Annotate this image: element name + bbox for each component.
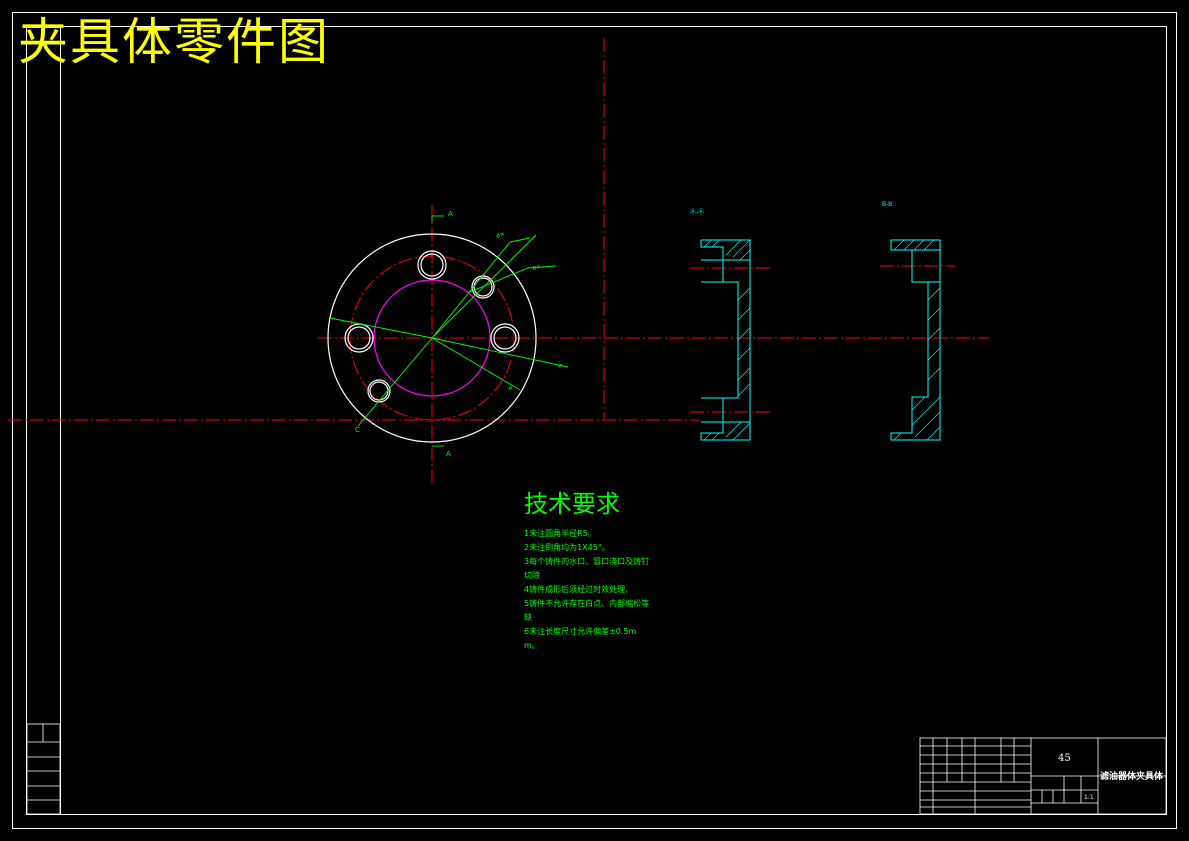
- dimension-text: ø× ø× ø ø: [495, 230, 563, 392]
- section-hatch-2: [893, 239, 941, 441]
- part-name-text: 滤油器体夹具体: [1100, 770, 1164, 782]
- section-marker-bottom: A: [446, 450, 451, 458]
- tech-requirements-list: 1未注圆角半径R5。 2未注倒角均为1X45°。 3每个铸件的水口、冒口浇口及铸…: [524, 527, 652, 653]
- svg-text:ø×: ø×: [495, 230, 506, 240]
- svg-text:ø: ø: [507, 384, 515, 392]
- section-marker-c: C: [355, 426, 360, 434]
- list-item: 4铸件成形后须经过时效处理,: [524, 585, 628, 594]
- flange-front-view: ø× ø× ø ø: [327, 215, 569, 447]
- section-2-label: B-B: [882, 201, 892, 208]
- list-item: 2未注倒角均为1X45°。: [524, 543, 610, 552]
- material-text: 45: [1058, 753, 1071, 764]
- dimension-leaders: [329, 215, 569, 447]
- list-item: 1未注圆角半径R5。: [524, 529, 596, 538]
- drawing-sheet: ø× ø× ø ø Ⓐ-Ⓐ B-B A A C 45 滤油器体夹具体 1:1: [8, 12, 1177, 829]
- list-item: 3每个铸件的水口、冒口浇口及铸钉切除: [524, 557, 650, 580]
- tech-requirements-heading: 技术要求: [524, 490, 620, 518]
- list-item: 5铸件不允许存在白点、内部缩松等缺: [524, 599, 650, 622]
- side-stamp-table: [26, 723, 61, 815]
- section-view-2: [890, 239, 941, 441]
- svg-text:ø×: ø×: [532, 263, 542, 272]
- scale-text: 1:1: [1084, 794, 1094, 801]
- section-view-1: [700, 239, 751, 441]
- drawing-title: 夹具体零件图: [18, 13, 330, 71]
- list-item: 6未注长度尺寸允许偏差±0.5mm。: [524, 627, 637, 650]
- section-1-label: Ⓐ-Ⓐ: [690, 208, 704, 216]
- section-marker-top: A: [448, 210, 453, 218]
- section-hatch-1: [703, 239, 751, 441]
